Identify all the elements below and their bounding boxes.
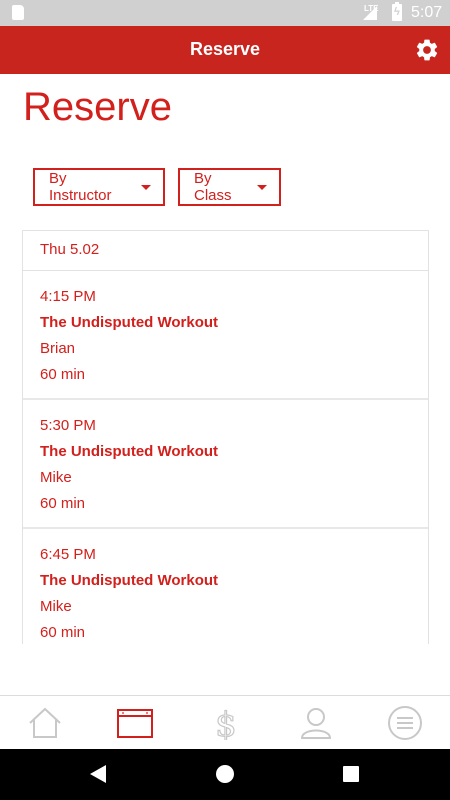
session-time: 6:45 PM [40,546,96,563]
filter-by-instructor-button[interactable]: By Instructor [33,168,165,206]
network-type: LTE [364,4,379,13]
session-instructor: Mike [40,469,72,486]
session-time: 5:30 PM [40,417,96,434]
battery-icon: ϟ [392,2,402,21]
sd-card-icon [12,5,24,20]
status-bar: LTE ϟ 5:07 [0,0,450,26]
session-duration: 60 min [40,366,86,383]
profile-icon[interactable] [298,706,334,740]
session-instructor: Mike [40,598,72,615]
session-instructor: Brian [40,340,76,357]
session-duration: 60 min [40,495,86,512]
session-item[interactable]: 4:15 PM The Undisputed Workout Brian 60 … [23,271,428,400]
home-icon[interactable] [27,706,63,740]
app-bar-title: Reserve [189,39,261,59]
filter-by-class-button[interactable]: By Class [178,168,281,206]
session-time: 4:15 PM [40,288,96,305]
svg-text:$: $ [215,706,237,740]
menu-icon[interactable] [387,706,423,740]
caret-down-icon [141,184,151,190]
session-class-name: The Undisputed Workout [40,443,219,460]
session-class-name: The Undisputed Workout [40,572,219,589]
filter-instructor-label: By Instructor [49,170,112,204]
system-nav-bar [0,749,450,800]
page-title: Reserve [23,85,172,129]
app-bar: Reserve [0,26,450,74]
dollar-icon[interactable]: $ [208,706,244,740]
schedule-date-header: Thu 5.02 [23,231,428,271]
session-item[interactable]: 5:30 PM The Undisputed Workout Mike 60 m… [23,400,428,529]
home-button-icon[interactable] [216,765,234,783]
gear-icon[interactable] [414,37,440,63]
caret-down-icon [257,184,267,190]
status-time: 5:07 [411,4,443,21]
session-duration: 60 min [40,624,86,641]
calendar-icon[interactable] [117,706,153,740]
bottom-nav: $ [0,695,450,749]
filter-class-label: By Class [194,170,232,204]
session-item[interactable]: 6:45 PM The Undisputed Workout Mike 60 m… [23,529,428,644]
schedule-list: Thu 5.02 4:15 PM The Undisputed Workout … [22,230,429,644]
session-class-name: The Undisputed Workout [40,314,219,331]
recent-apps-icon[interactable] [343,766,359,782]
back-icon[interactable] [90,765,106,783]
